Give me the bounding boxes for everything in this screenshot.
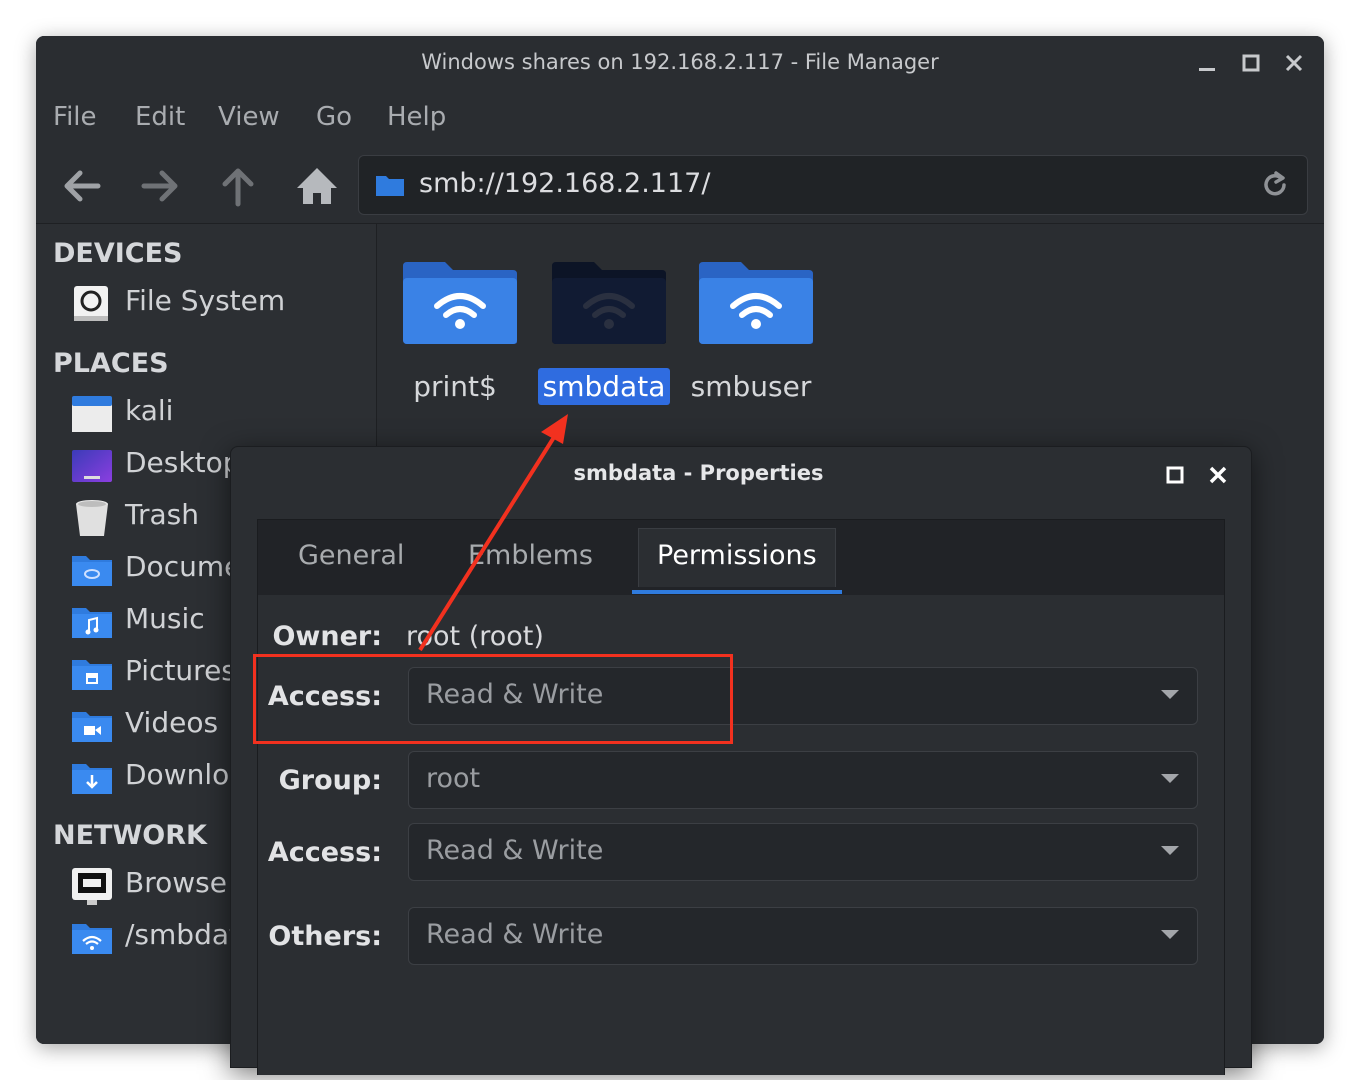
sidebar-item-label: Trash xyxy=(125,498,199,531)
close-icon xyxy=(1209,466,1227,484)
close-button[interactable] xyxy=(1279,48,1309,78)
file-item-smbdata[interactable]: smbdata xyxy=(534,260,674,420)
maximize-icon xyxy=(1242,54,1260,72)
home-icon xyxy=(297,168,337,204)
drive-icon xyxy=(74,286,108,321)
chevron-down-icon xyxy=(1161,774,1179,783)
chevron-down-icon xyxy=(1161,690,1179,699)
properties-dialog: smbdata - Properties General Emblems Per… xyxy=(230,446,1252,1075)
dropdown-value: Read & Write xyxy=(426,919,604,950)
file-name: smbuser xyxy=(690,370,812,403)
dialog-title: smbdata - Properties xyxy=(573,461,824,485)
group-access-dropdown[interactable]: Read & Write xyxy=(408,823,1198,881)
owner-label: Owner: xyxy=(272,621,382,652)
dropdown-value: Read & Write xyxy=(426,835,604,866)
folder-icon xyxy=(376,176,404,196)
others-access-dropdown[interactable]: Read & Write xyxy=(408,907,1198,965)
minimize-icon xyxy=(1199,68,1215,71)
group-dropdown[interactable]: root xyxy=(408,751,1198,809)
tab-permissions[interactable]: Permissions xyxy=(638,528,836,587)
sidebar-item-label: Music xyxy=(125,602,205,635)
forward-button[interactable] xyxy=(134,160,186,212)
toolbar: smb://192.168.2.117/ xyxy=(36,148,1324,224)
pictures-folder-icon xyxy=(72,660,112,690)
tab-bar: General Emblems Permissions xyxy=(257,519,1225,596)
up-arrow-icon xyxy=(222,168,254,207)
home-folder-icon xyxy=(72,396,112,432)
sidebar-item-label: File System xyxy=(125,284,286,317)
sidebar-item-file-system[interactable]: File System xyxy=(70,280,370,328)
location-bar[interactable]: smb://192.168.2.117/ xyxy=(358,155,1308,215)
documents-folder-icon xyxy=(72,556,112,586)
sidebar-item-label: kali xyxy=(125,394,174,427)
dialog-close-button[interactable] xyxy=(1204,461,1232,489)
reload-icon xyxy=(1264,171,1286,196)
chevron-down-icon xyxy=(1161,846,1179,855)
menu-edit[interactable]: Edit xyxy=(135,102,185,132)
up-button[interactable] xyxy=(212,160,264,212)
sidebar-item-label: Downlo: xyxy=(125,758,239,791)
sidebar-item-label: /smbdat xyxy=(125,918,240,951)
dialog-maximize-button[interactable] xyxy=(1161,461,1189,489)
tab-label: Permissions xyxy=(657,540,817,571)
active-tab-indicator xyxy=(632,590,842,594)
file-item-smbuser[interactable]: smbuser xyxy=(681,260,821,420)
sidebar-item-label: Desktop xyxy=(125,446,241,479)
annotation-highlight-box xyxy=(253,654,733,744)
forward-arrow-icon xyxy=(141,170,178,202)
others-label: Others: xyxy=(268,921,382,952)
network-heading: NETWORK xyxy=(53,820,207,851)
back-button[interactable] xyxy=(56,160,108,212)
file-name: print$ xyxy=(413,370,497,403)
menu-help[interactable]: Help xyxy=(387,102,446,132)
sidebar-item-label: Browse xyxy=(125,866,227,899)
devices-heading: DEVICES xyxy=(53,238,183,269)
menu-view[interactable]: View xyxy=(218,102,280,132)
file-item-print[interactable]: print$ xyxy=(385,260,525,420)
file-name: smbdata xyxy=(534,368,674,405)
network-share-folder-icon xyxy=(403,262,517,344)
maximize-icon xyxy=(1166,466,1184,484)
sidebar-item-label: Videos xyxy=(125,706,219,739)
chevron-down-icon xyxy=(1161,930,1179,939)
trash-icon xyxy=(76,500,108,536)
network-icon xyxy=(72,868,112,905)
group-access-label: Access: xyxy=(267,837,382,868)
back-arrow-icon xyxy=(64,170,101,202)
close-icon xyxy=(1285,54,1303,72)
places-heading: PLACES xyxy=(53,348,169,379)
downloads-folder-icon xyxy=(72,764,112,794)
dropdown-value: root xyxy=(426,763,481,794)
network-folder-icon xyxy=(72,924,112,954)
sidebar-item-kali[interactable]: kali xyxy=(70,390,370,438)
location-text: smb://192.168.2.117/ xyxy=(419,168,711,199)
music-folder-icon xyxy=(72,608,112,638)
home-button[interactable] xyxy=(291,160,343,212)
network-share-folder-icon xyxy=(699,262,813,344)
title-bar[interactable]: Windows shares on 192.168.2.117 - File M… xyxy=(36,36,1324,92)
tab-general[interactable]: General xyxy=(298,540,404,598)
group-label: Group: xyxy=(278,765,382,796)
desktop-icon xyxy=(72,450,112,482)
network-share-folder-icon xyxy=(552,262,666,344)
sidebar-item-label: Pictures xyxy=(125,654,236,687)
menu-file[interactable]: File xyxy=(53,102,97,132)
window-title: Windows shares on 192.168.2.117 - File M… xyxy=(421,50,939,74)
videos-folder-icon xyxy=(72,712,112,742)
owner-value: root (root) xyxy=(406,621,544,652)
tab-emblems[interactable]: Emblems xyxy=(468,540,593,598)
menu-bar: File Edit View Go Help xyxy=(36,98,1324,142)
menu-go[interactable]: Go xyxy=(316,102,352,132)
sidebar-item-label: Docume xyxy=(125,550,242,583)
minimize-button[interactable] xyxy=(1192,48,1222,78)
maximize-button[interactable] xyxy=(1236,48,1266,78)
